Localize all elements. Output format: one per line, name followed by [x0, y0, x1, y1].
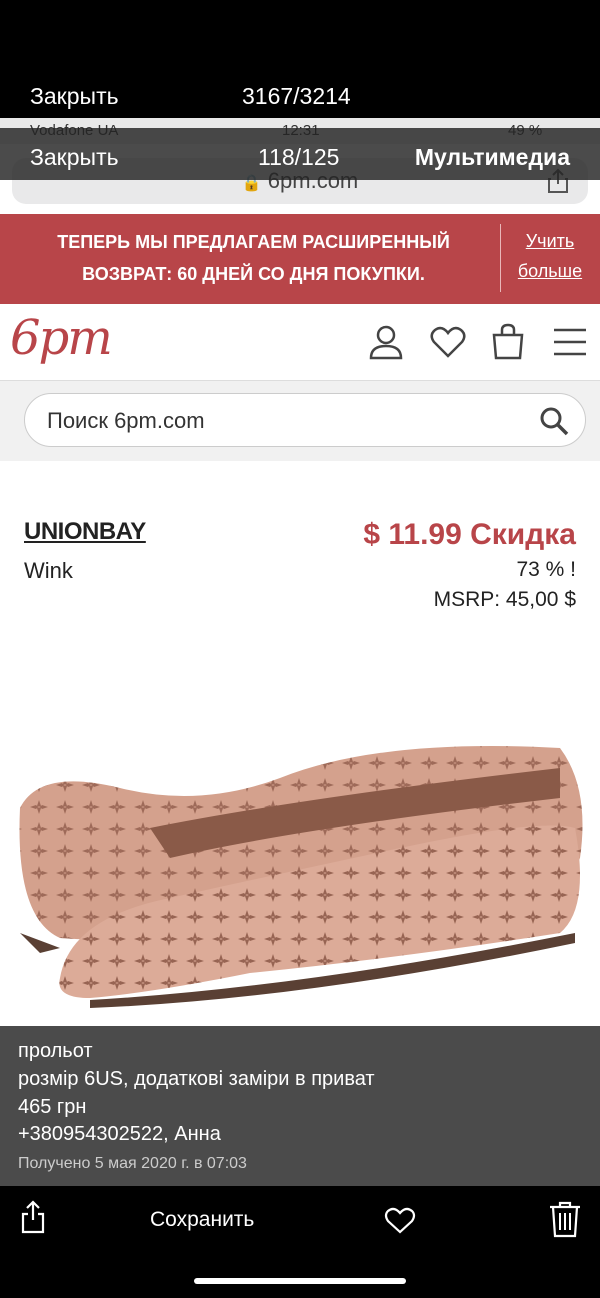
caption-line: +380954302522, Анна: [18, 1123, 221, 1145]
inner-media-label: Мультимедиа: [414, 144, 570, 170]
caption-line: 465 грн: [18, 1096, 87, 1118]
product-msrp: MSRP: 45,00 $: [433, 588, 576, 611]
search-placeholder: Поиск 6pm.com: [47, 408, 205, 433]
product-brand[interactable]: UNIONBAY: [24, 518, 146, 546]
product-model: Wink: [24, 558, 73, 583]
inner-photo-counter: 118/125: [258, 144, 340, 170]
site-logo[interactable]: 6pm: [10, 310, 113, 366]
promo-line: ТЕПЕРЬ МЫ ПРЕДЛАГАЕМ РАСШИРЕННЫЙ: [57, 232, 450, 252]
home-indicator[interactable]: [194, 1278, 406, 1284]
photo-caption-overlay: прольот розмір 6US, додаткові заміри в п…: [0, 1026, 600, 1186]
viewer-top-bar: Закрыть 3167/3214: [0, 0, 600, 118]
product-discount: 73 % !: [516, 558, 576, 581]
search-input[interactable]: Поиск 6pm.com: [24, 393, 586, 447]
viewer-bottom-bar: Сохранить: [0, 1186, 600, 1298]
product-price: $ 11.99 Скидка: [363, 518, 576, 551]
search-icon[interactable]: [539, 406, 569, 436]
photo-counter: 3167/3214: [242, 83, 351, 109]
learn-more-line: больше: [517, 261, 583, 281]
banner-divider: [500, 224, 501, 292]
trash-icon[interactable]: [548, 1200, 582, 1238]
inner-viewer-bar: Закрыть 118/125 Мультимедиа: [0, 128, 600, 180]
heart-icon[interactable]: [384, 1206, 416, 1234]
promo-text: ТЕПЕРЬ МЫ ПРЕДЛАГАЕМ РАСШИРЕННЫЙ ВОЗВРАТ…: [16, 226, 491, 290]
inner-close-button: Закрыть: [30, 144, 119, 170]
promo-banner: ТЕПЕРЬ МЫ ПРЕДЛАГАЕМ РАСШИРЕННЫЙ ВОЗВРАТ…: [0, 214, 600, 304]
share-icon[interactable]: [20, 1200, 46, 1234]
promo-line: ВОЗВРАТ: 60 ДНЕЙ СО ДНЯ ПОКУПКИ.: [82, 264, 425, 284]
site-header: 6pm: [0, 304, 600, 381]
caption-line: розмір 6US, додаткові заміри в приват: [18, 1068, 375, 1090]
caption-timestamp: Получено 5 мая 2020 г. в 07:03: [18, 1155, 247, 1172]
account-icon[interactable]: [366, 322, 406, 362]
save-button[interactable]: Сохранить: [150, 1208, 254, 1232]
search-area: Поиск 6pm.com: [0, 381, 600, 461]
learn-more-link[interactable]: Учить больше: [508, 226, 592, 286]
caption-line: прольот: [18, 1040, 93, 1062]
photo-content: Vodafone UA 12:31 49 % 🔒 6pm.com Закрыть…: [0, 118, 600, 1186]
close-button[interactable]: Закрыть: [30, 83, 119, 110]
menu-icon[interactable]: [550, 322, 590, 362]
cart-icon[interactable]: [488, 322, 528, 362]
learn-more-line: Учить: [525, 231, 575, 251]
heart-icon[interactable]: [428, 322, 468, 362]
product-image: [19, 746, 583, 1008]
